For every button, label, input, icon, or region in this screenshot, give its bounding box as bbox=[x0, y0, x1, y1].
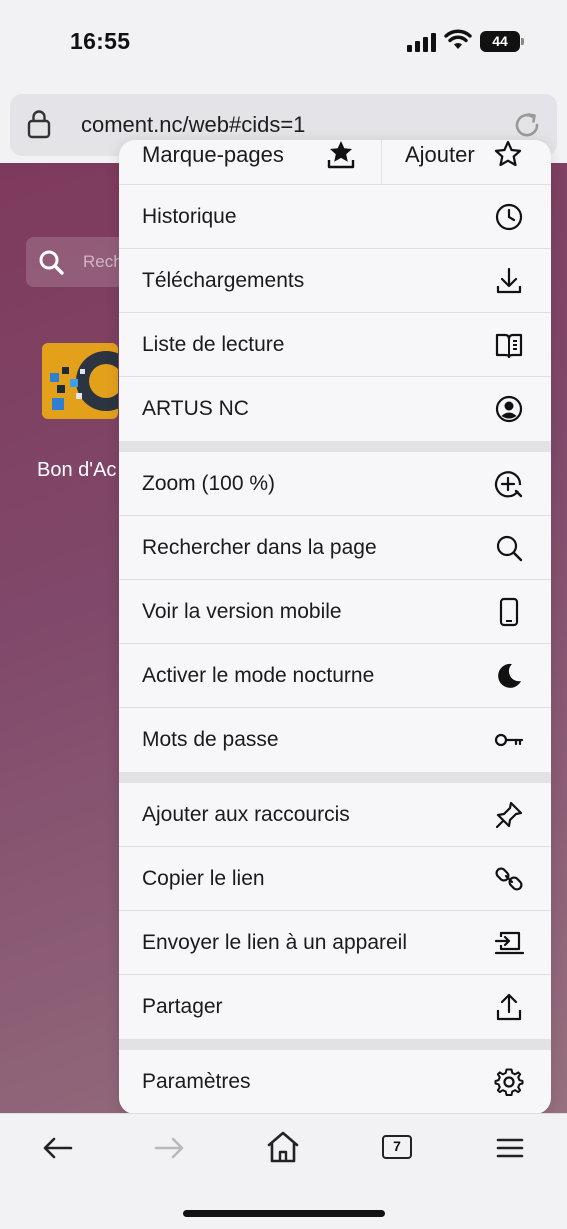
menu-item-passwords[interactable]: Mots de passe bbox=[119, 708, 551, 772]
download-icon bbox=[494, 266, 524, 296]
home-indicator bbox=[183, 1210, 385, 1217]
menu-item-send-link[interactable]: Envoyer le lien à un appareil bbox=[119, 911, 551, 975]
menu-item-zoom[interactable]: Zoom (100 %) bbox=[119, 452, 551, 516]
menu-item-add-shortcut[interactable]: Ajouter aux raccourcis bbox=[119, 783, 551, 847]
menu-separator bbox=[119, 441, 551, 452]
menu-item-label: Activer le mode nocturne bbox=[142, 664, 375, 687]
menu-item-label: Mots de passe bbox=[142, 728, 279, 751]
search-icon bbox=[494, 533, 524, 563]
bookmarks-label: Marque-pages bbox=[142, 142, 284, 167]
menu-item-label: Paramètres bbox=[142, 1070, 251, 1093]
battery-level: 44 bbox=[480, 31, 520, 52]
forward-arrow-icon[interactable] bbox=[150, 1132, 190, 1164]
tabs-button[interactable]: 7 bbox=[382, 1135, 422, 1167]
menu-item-label: ARTUS NC bbox=[142, 397, 249, 420]
menu-item-label: Voir la version mobile bbox=[142, 600, 342, 623]
status-time: 16:55 bbox=[70, 28, 131, 54]
tab-count: 7 bbox=[382, 1135, 412, 1159]
menu-separator bbox=[119, 772, 551, 783]
back-arrow-icon[interactable] bbox=[37, 1132, 77, 1164]
add-bookmark-button[interactable]: Ajouter bbox=[382, 140, 551, 185]
menu-item-label: Liste de lecture bbox=[142, 333, 285, 356]
lock-icon bbox=[27, 110, 51, 139]
bookmark-actions-row: Marque-pages Ajouter bbox=[119, 140, 551, 185]
app-logo-icon bbox=[50, 351, 118, 411]
key-icon bbox=[494, 725, 524, 755]
phone-icon bbox=[494, 597, 524, 627]
reload-icon[interactable] bbox=[510, 108, 544, 142]
send-to-device-icon bbox=[494, 928, 525, 958]
page-search-placeholder: Rech bbox=[83, 252, 123, 271]
menu-item-mobile-version[interactable]: Voir la version mobile bbox=[119, 580, 551, 644]
menu-item-label: Zoom (100 %) bbox=[142, 472, 276, 495]
app-label: Bon d'Ac bbox=[37, 459, 117, 481]
menu-item-find-in-page[interactable]: Rechercher dans la page bbox=[119, 516, 551, 580]
url-text[interactable]: coment.nc/web#cids=1 bbox=[81, 112, 305, 138]
moon-icon bbox=[494, 661, 524, 691]
menu-item-label: Historique bbox=[142, 205, 237, 228]
menu-item-history[interactable]: Historique bbox=[119, 185, 551, 249]
star-outline-icon bbox=[494, 140, 522, 167]
menu-hamburger-icon[interactable] bbox=[490, 1132, 530, 1164]
menu-item-label: Rechercher dans la page bbox=[142, 536, 377, 559]
battery-cap bbox=[521, 38, 524, 45]
gear-icon bbox=[494, 1067, 524, 1097]
cellular-signal-icon bbox=[407, 32, 436, 52]
add-bookmark-label: Ajouter bbox=[405, 142, 475, 167]
account-icon bbox=[494, 394, 524, 424]
pin-icon bbox=[494, 800, 524, 830]
status-bar: 16:55 44 bbox=[0, 0, 567, 88]
menu-item-account[interactable]: ARTUS NC bbox=[119, 377, 551, 441]
browser-menu: Marque-pages Ajouter Historique Téléchar… bbox=[119, 140, 551, 1114]
home-icon[interactable] bbox=[263, 1129, 303, 1165]
menu-item-share[interactable]: Partager bbox=[119, 975, 551, 1039]
wifi-icon bbox=[444, 29, 472, 49]
search-icon bbox=[39, 250, 64, 275]
reading-list-icon bbox=[494, 330, 524, 360]
zoom-in-icon bbox=[494, 469, 524, 499]
app-icon[interactable] bbox=[42, 343, 118, 419]
menu-item-label: Envoyer le lien à un appareil bbox=[142, 931, 408, 954]
menu-item-label: Copier le lien bbox=[142, 867, 265, 890]
share-icon bbox=[494, 992, 524, 1022]
menu-item-copy-link[interactable]: Copier le lien bbox=[119, 847, 551, 911]
bookmarks-tray-icon bbox=[327, 141, 355, 169]
menu-item-label: Téléchargements bbox=[142, 269, 305, 292]
menu-separator bbox=[119, 1039, 551, 1050]
bookmarks-button[interactable]: Marque-pages bbox=[119, 140, 382, 185]
clock-icon bbox=[494, 202, 524, 232]
menu-item-reading-list[interactable]: Liste de lecture bbox=[119, 313, 551, 377]
menu-item-settings[interactable]: Paramètres bbox=[119, 1050, 551, 1114]
link-icon bbox=[494, 864, 524, 894]
menu-item-label: Partager bbox=[142, 995, 223, 1018]
menu-item-label: Ajouter aux raccourcis bbox=[142, 803, 350, 826]
menu-item-night-mode[interactable]: Activer le mode nocturne bbox=[119, 644, 551, 708]
menu-item-downloads[interactable]: Téléchargements bbox=[119, 249, 551, 313]
